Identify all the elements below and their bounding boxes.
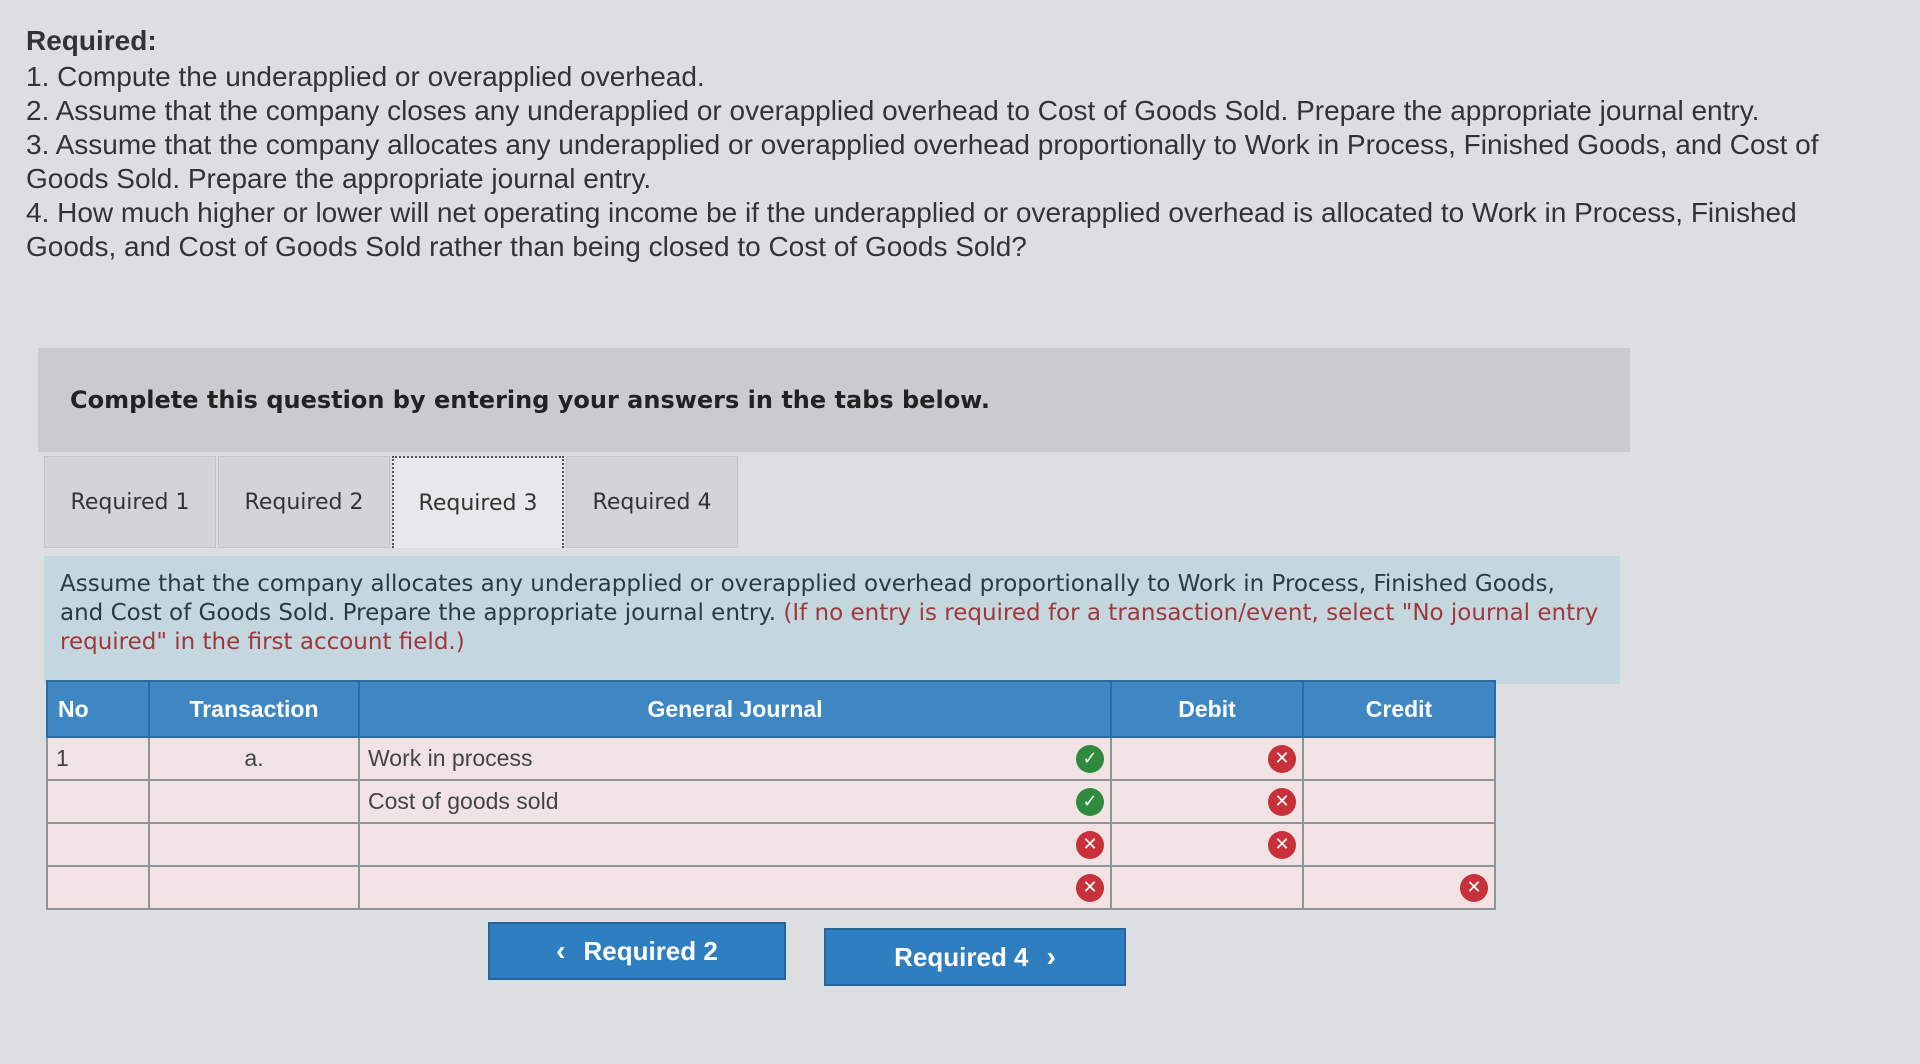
instruction-bar: Complete this question by entering your … — [38, 348, 1630, 452]
cell-no — [46, 779, 150, 824]
header-credit: Credit — [1302, 680, 1496, 738]
tab-required-1[interactable]: Required 1 — [44, 456, 216, 548]
credit-field[interactable] — [1302, 779, 1496, 824]
cell-transaction — [148, 865, 360, 910]
account-field[interactable]: ✕ — [358, 865, 1112, 910]
x-icon: ✕ — [1076, 830, 1104, 859]
cell-transaction: a. — [148, 736, 360, 781]
header-general-journal: General Journal — [358, 680, 1112, 738]
x-icon: ✕ — [1268, 744, 1296, 773]
table-row: 1 a. Work in process ✓ ✕ — [46, 736, 1496, 781]
header-transaction: Transaction — [148, 680, 360, 738]
cell-transaction — [148, 779, 360, 824]
table-row: ✕ ✕ — [46, 822, 1496, 867]
journal-header-row: No Transaction General Journal Debit Cre… — [46, 680, 1496, 738]
account-field[interactable]: ✕ — [358, 822, 1112, 867]
cell-transaction — [148, 822, 360, 867]
credit-field[interactable] — [1302, 736, 1496, 781]
required-item-1: 1. Compute the underapplied or overappli… — [26, 61, 705, 92]
tab-required-2[interactable]: Required 2 — [218, 456, 390, 548]
cell-no: 1 — [46, 736, 150, 781]
cell-no — [46, 822, 150, 867]
required-item-3: 3. Assume that the company allocates any… — [26, 129, 1819, 194]
next-button-label: Required 4 — [894, 941, 1029, 972]
check-icon: ✓ — [1076, 787, 1104, 816]
chevron-right-icon: › — [1046, 941, 1056, 972]
required-section: Required: 1. Compute the underapplied or… — [26, 24, 1826, 264]
header-no: No — [46, 680, 150, 738]
chevron-left-icon: ‹ — [556, 935, 566, 966]
table-row: ✕ ✕ — [46, 865, 1496, 910]
debit-field[interactable]: ✕ — [1110, 822, 1304, 867]
account-value: Work in process — [368, 745, 533, 771]
account-value: Cost of goods sold — [368, 788, 559, 814]
instruction-text: Complete this question by entering your … — [70, 386, 990, 414]
tab-required-4[interactable]: Required 4 — [566, 456, 738, 548]
prev-required-button[interactable]: ‹ Required 2 — [488, 922, 786, 980]
journal-table: No Transaction General Journal Debit Cre… — [46, 680, 1496, 910]
x-icon: ✕ — [1268, 787, 1296, 816]
tab-panel-instructions: Assume that the company allocates any un… — [44, 556, 1620, 684]
debit-field[interactable] — [1110, 865, 1304, 910]
account-field[interactable]: Work in process ✓ — [358, 736, 1112, 781]
credit-field[interactable]: ✕ — [1302, 865, 1496, 910]
tab-bar: Required 1 Required 2 Required 3 Require… — [44, 456, 740, 548]
check-icon: ✓ — [1076, 744, 1104, 773]
tab-required-3[interactable]: Required 3 — [392, 456, 564, 548]
debit-field[interactable]: ✕ — [1110, 736, 1304, 781]
header-debit: Debit — [1110, 680, 1304, 738]
account-field[interactable]: Cost of goods sold ✓ — [358, 779, 1112, 824]
required-item-4: 4. How much higher or lower will net ope… — [26, 197, 1797, 262]
next-required-button[interactable]: Required 4 › — [824, 928, 1126, 986]
debit-field[interactable]: ✕ — [1110, 779, 1304, 824]
cell-no — [46, 865, 150, 910]
table-row: Cost of goods sold ✓ ✕ — [46, 779, 1496, 824]
required-heading: Required: — [26, 25, 157, 56]
x-icon: ✕ — [1076, 873, 1104, 902]
x-icon: ✕ — [1268, 830, 1296, 859]
x-icon: ✕ — [1460, 873, 1488, 902]
prev-button-label: Required 2 — [583, 935, 718, 966]
required-item-2: 2. Assume that the company closes any un… — [26, 95, 1760, 126]
credit-field[interactable] — [1302, 822, 1496, 867]
